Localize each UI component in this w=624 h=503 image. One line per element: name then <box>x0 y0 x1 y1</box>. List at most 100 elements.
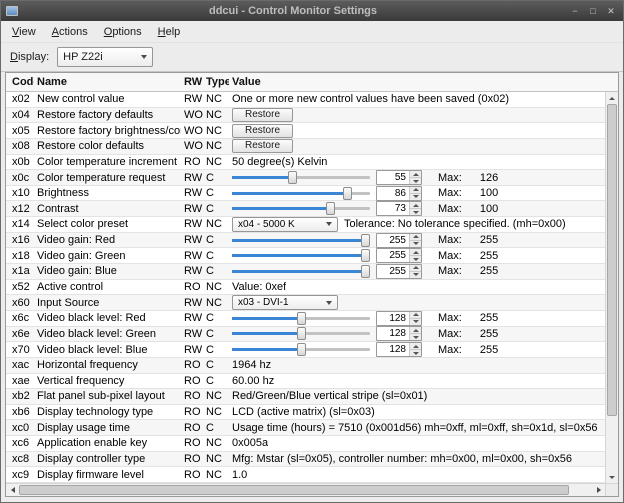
restore-button[interactable]: Restore <box>232 124 293 138</box>
slider-handle[interactable] <box>361 265 370 278</box>
menu-options[interactable]: Options <box>96 23 150 41</box>
feature-value-cell: 255Max:255 <box>229 264 605 279</box>
close-button[interactable]: ✕ <box>604 4 618 18</box>
feature-slider[interactable] <box>232 187 370 200</box>
scroll-left-button[interactable] <box>6 484 19 496</box>
header-value[interactable]: Value <box>229 76 618 88</box>
table-row[interactable]: x52Active controlRONCValue: 0xef <box>6 280 605 296</box>
spinbox-down-button[interactable] <box>410 333 421 340</box>
table-row[interactable]: xc9Display firmware levelRONC1.0 <box>6 467 605 483</box>
table-row[interactable]: x14Select color presetRWNCx04 - 5000 KTo… <box>6 217 605 233</box>
slider-handle[interactable] <box>297 312 306 325</box>
feature-value-text: 1.0 <box>232 469 247 481</box>
horizontal-scroll-track[interactable] <box>19 484 592 496</box>
feature-type: NC <box>203 437 229 449</box>
display-combo[interactable]: HP Z22i <box>57 47 153 67</box>
menu-help[interactable]: Help <box>150 23 189 41</box>
titlebar[interactable]: ddcui - Control Monitor Settings − □ ✕ <box>1 1 623 21</box>
feature-type: NC <box>203 125 229 137</box>
table-row[interactable]: xc8Display controller typeRONCMfg: Mstar… <box>6 452 605 468</box>
menu-actions[interactable]: Actions <box>44 23 96 41</box>
maximize-button[interactable]: □ <box>586 4 600 18</box>
slider-handle[interactable] <box>288 171 297 184</box>
spinbox-down-button[interactable] <box>410 349 421 356</box>
slider-handle[interactable] <box>361 234 370 247</box>
minimize-button[interactable]: − <box>568 4 582 18</box>
menubar: ViewActionsOptionsHelp <box>1 21 623 42</box>
horizontal-scroll-thumb[interactable] <box>19 485 569 495</box>
feature-slider[interactable] <box>232 234 370 247</box>
table-row[interactable]: x08Restore color defaultsWONCRestore <box>6 139 605 155</box>
table-row[interactable]: x60Input SourceRWNCx03 - DVI-1 <box>6 295 605 311</box>
table-row[interactable]: x6eVideo black level: GreenRWC128Max:255 <box>6 327 605 343</box>
feature-spinbox[interactable]: 73 <box>376 201 422 216</box>
feature-spinbox[interactable]: 255 <box>376 264 422 279</box>
scroll-down-button[interactable] <box>606 471 618 483</box>
table-row[interactable]: x18Video gain: GreenRWC255Max:255 <box>6 248 605 264</box>
feature-value-cell: 73Max:100 <box>229 201 605 216</box>
feature-spinbox[interactable]: 255 <box>376 233 422 248</box>
header-code[interactable]: Code <box>6 76 34 88</box>
header-name[interactable]: Name <box>34 76 181 88</box>
slider-handle[interactable] <box>326 202 335 215</box>
feature-slider[interactable] <box>232 265 370 278</box>
max-label: Max: <box>438 265 462 277</box>
menu-view[interactable]: View <box>4 23 44 41</box>
slider-handle[interactable] <box>297 343 306 356</box>
spinbox-down-button[interactable] <box>410 208 421 215</box>
feature-spinbox[interactable]: 255 <box>376 248 422 263</box>
restore-button[interactable]: Restore <box>232 139 293 153</box>
table-row[interactable]: xacHorizontal frequencyROC1964 hz <box>6 358 605 374</box>
table-row[interactable]: x16Video gain: RedRWC255Max:255 <box>6 233 605 249</box>
feature-combo[interactable]: x03 - DVI-1 <box>232 295 338 310</box>
feature-spinbox[interactable]: 128 <box>376 326 422 341</box>
feature-slider[interactable] <box>232 327 370 340</box>
feature-combo[interactable]: x04 - 5000 K <box>232 217 338 232</box>
table-row[interactable]: x02New control valueRWNCOne or more new … <box>6 92 605 108</box>
scroll-up-button[interactable] <box>606 92 618 104</box>
feature-code: x10 <box>6 187 34 199</box>
spinbox-down-button[interactable] <box>410 271 421 278</box>
feature-spinbox[interactable]: 128 <box>376 311 422 326</box>
spinbox-down-button[interactable] <box>410 177 421 184</box>
feature-spinbox[interactable]: 86 <box>376 186 422 201</box>
spinbox-down-button[interactable] <box>410 255 421 262</box>
table-row[interactable]: xb6Display technology typeRONCLCD (activ… <box>6 405 605 421</box>
vertical-scrollbar[interactable] <box>605 92 618 483</box>
horizontal-scrollbar[interactable] <box>6 483 605 496</box>
vertical-scroll-thumb[interactable] <box>607 104 617 416</box>
header-rw[interactable]: RW <box>181 76 203 88</box>
table-row[interactable]: x0cColor temperature requestRWC55Max:126 <box>6 170 605 186</box>
feature-spinbox[interactable]: 55 <box>376 170 422 185</box>
table-row[interactable]: xc0Display usage timeROCUsage time (hour… <box>6 420 605 436</box>
feature-slider[interactable] <box>232 343 370 356</box>
table-row[interactable]: x1aVideo gain: BlueRWC255Max:255 <box>6 264 605 280</box>
restore-button[interactable]: Restore <box>232 108 293 122</box>
slider-handle[interactable] <box>297 327 306 340</box>
feature-slider[interactable] <box>232 202 370 215</box>
tolerance-text: Tolerance: No tolerance specified. (mh=0… <box>344 218 566 230</box>
spinbox-down-button[interactable] <box>410 318 421 325</box>
table-row[interactable]: xaeVertical frequencyROC60.00 hz <box>6 374 605 390</box>
feature-slider[interactable] <box>232 249 370 262</box>
feature-spinbox[interactable]: 128 <box>376 342 422 357</box>
feature-slider[interactable] <box>232 312 370 325</box>
slider-handle[interactable] <box>343 187 352 200</box>
table-row[interactable]: x0bColor temperature incrementRONC50 deg… <box>6 155 605 171</box>
table-row[interactable]: x10BrightnessRWC86Max:100 <box>6 186 605 202</box>
table-row[interactable]: x70Video black level: BlueRWC128Max:255 <box>6 342 605 358</box>
feature-name: Contrast <box>34 203 181 215</box>
slider-handle[interactable] <box>361 249 370 262</box>
spinbox-down-button[interactable] <box>410 193 421 200</box>
table-row[interactable]: xb2Flat panel sub-pixel layoutRONCRed/Gr… <box>6 389 605 405</box>
scroll-right-button[interactable] <box>592 484 605 496</box>
table-row[interactable]: x04Restore factory defaultsWONCRestore <box>6 108 605 124</box>
table-row[interactable]: xc6Application enable keyRONC0x005a <box>6 436 605 452</box>
table-row[interactable]: x12ContrastRWC73Max:100 <box>6 201 605 217</box>
table-row[interactable]: x05Restore factory brightness/contrastWO… <box>6 123 605 139</box>
header-type[interactable]: Type <box>203 76 229 88</box>
vertical-scroll-track[interactable] <box>606 104 618 471</box>
feature-slider[interactable] <box>232 171 370 184</box>
table-row[interactable]: x6cVideo black level: RedRWC128Max:255 <box>6 311 605 327</box>
spinbox-down-button[interactable] <box>410 240 421 247</box>
